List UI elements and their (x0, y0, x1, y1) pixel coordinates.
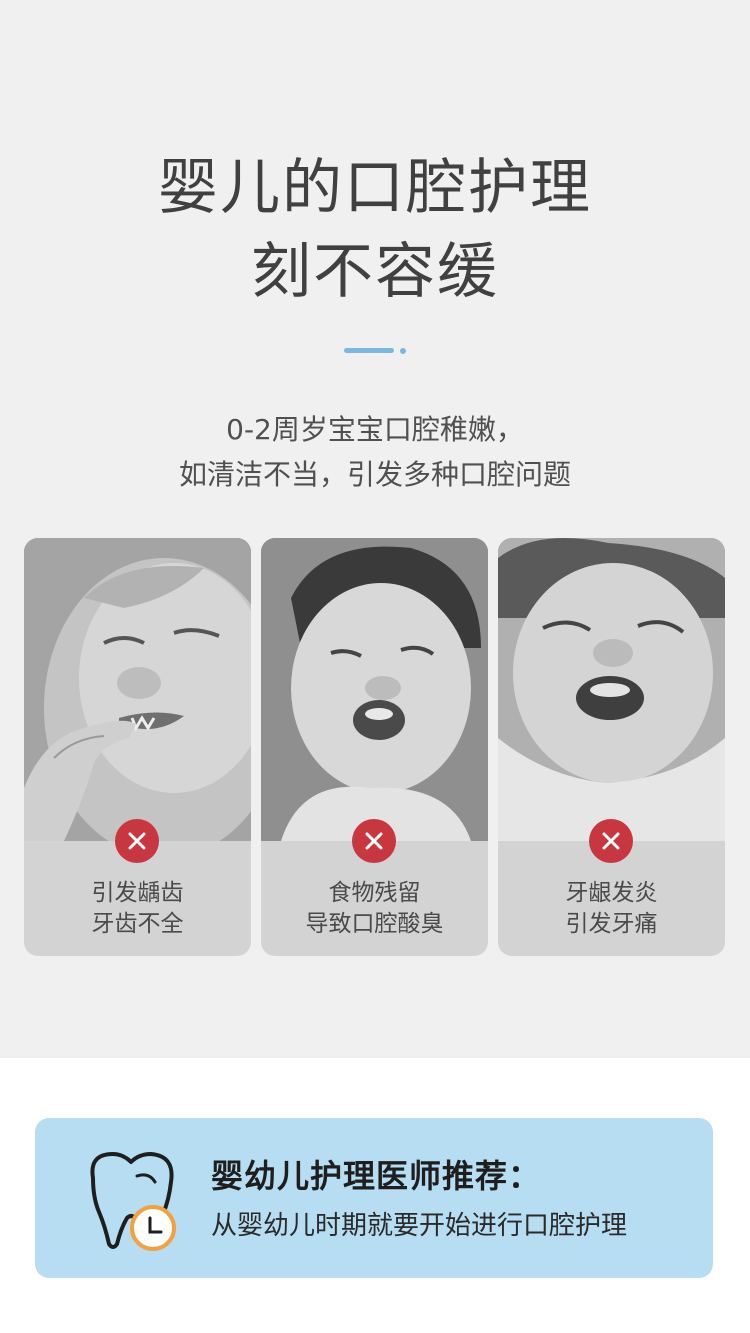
error-x-icon (589, 819, 633, 863)
problem-caption: 牙龈发炎 引发牙痛 (498, 878, 725, 940)
problem-card-odor: 食物残留 导致口腔酸臭 (261, 538, 488, 956)
error-x-icon (352, 819, 396, 863)
problem-caption-line1: 引发龋齿 (91, 880, 184, 906)
recommendation-text: 从婴幼儿时期就要开始进行口腔护理 (211, 1211, 628, 1241)
intro-text-line2: 如清洁不当，引发多种口腔问题 (178, 458, 571, 491)
tooth-clock-icon (79, 1148, 183, 1256)
problem-caption-line2: 牙齿不全 (91, 911, 184, 937)
recommendation-title: 婴幼儿护理医师推荐： (211, 1157, 542, 1195)
divider-dot (400, 348, 406, 354)
problem-caption-line2: 引发牙痛 (565, 911, 658, 937)
doctor-recommendation-box: 婴幼儿护理医师推荐： 从婴幼儿时期就要开始进行口腔护理 (35, 1118, 713, 1278)
problem-caption-line2: 导致口腔酸臭 (305, 911, 444, 937)
page-title-line2: 刻不容缓 (251, 237, 499, 307)
baby-finger-in-mouth-photo (24, 538, 251, 841)
problem-card-caries: 引发龋齿 牙齿不全 (24, 538, 251, 956)
problem-card-gum: 牙龈发炎 引发牙痛 (498, 538, 725, 956)
problem-caption: 食物残留 导致口腔酸臭 (261, 878, 488, 940)
error-x-icon (115, 819, 159, 863)
problem-caption: 引发龋齿 牙齿不全 (24, 878, 251, 940)
divider-bar (344, 348, 394, 353)
intro-text-line1: 0-2周岁宝宝口腔稚嫩， (226, 413, 524, 446)
baby-crying-photo (261, 538, 488, 841)
problem-caption-line1: 牙龈发炎 (565, 880, 658, 906)
problem-caption-line1: 食物残留 (328, 880, 421, 906)
intro-section: 婴儿的口腔护理 刻不容缓 0-2周岁宝宝口腔稚嫩， 如清洁不当，引发多种口腔问题 (0, 0, 750, 1058)
baby-screaming-photo (498, 538, 725, 841)
page-title-line1: 婴儿的口腔护理 (158, 153, 592, 223)
